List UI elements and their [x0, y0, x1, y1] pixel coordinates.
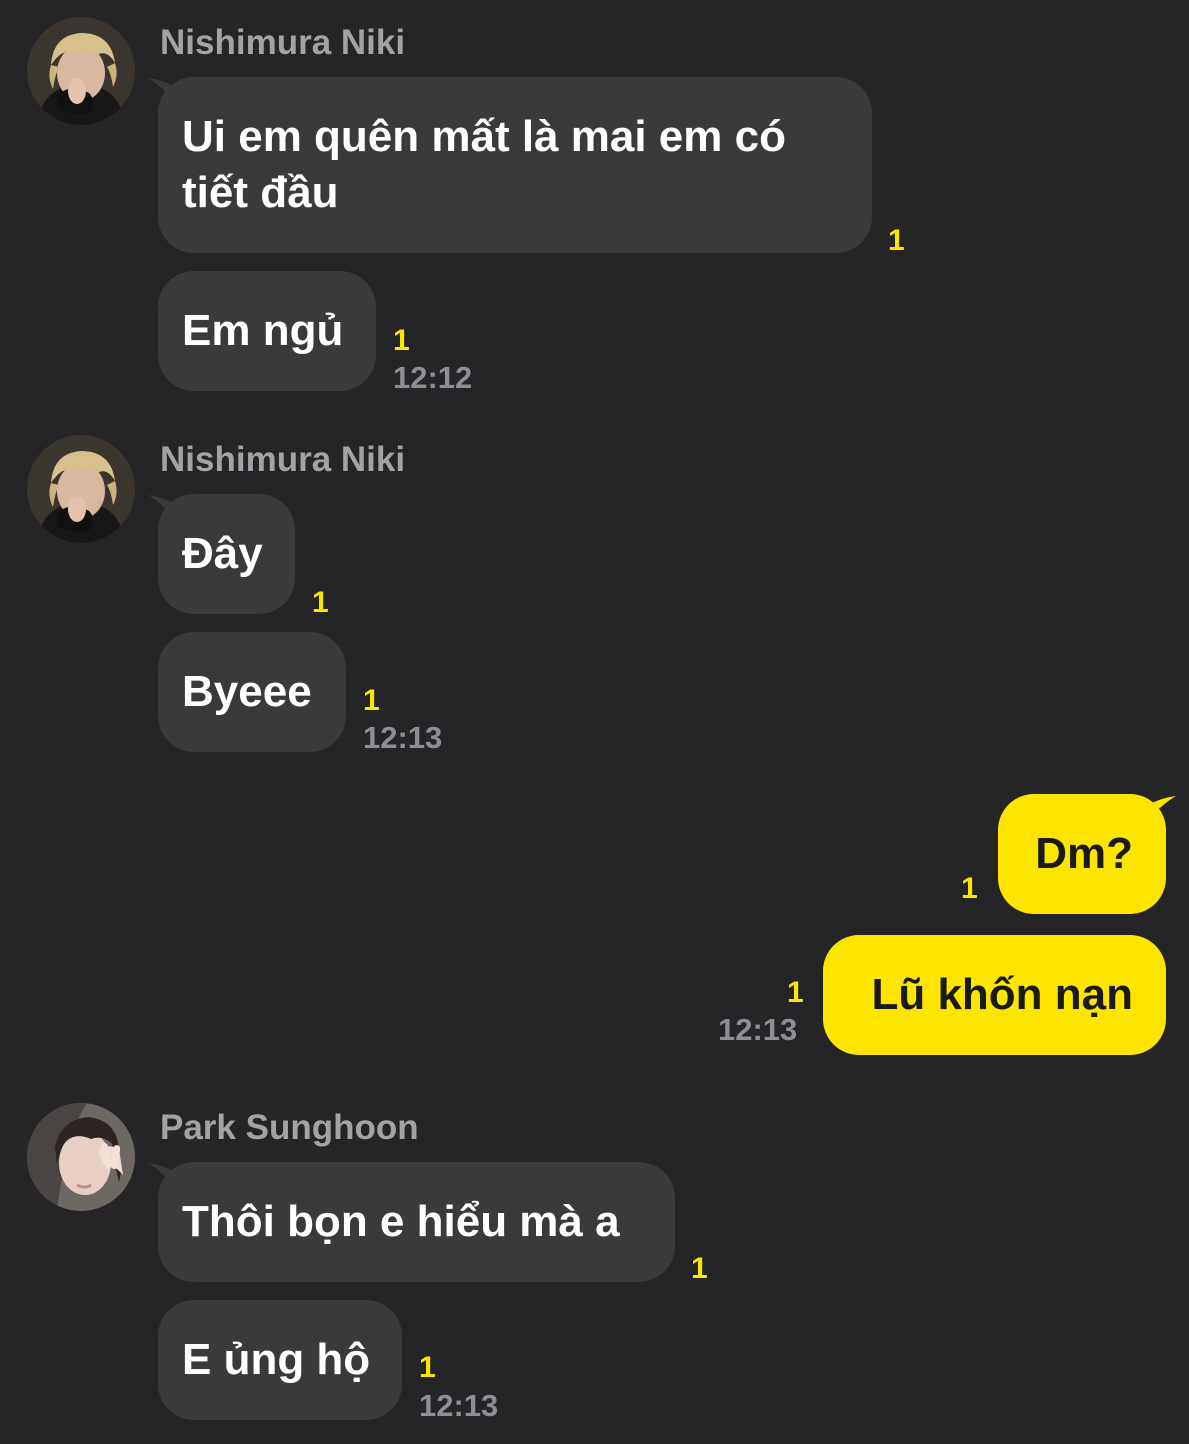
- unread-count: 1: [393, 324, 410, 357]
- avatar-niki[interactable]: [27, 17, 135, 125]
- unread-count: 1: [312, 586, 329, 619]
- unread-count: 1: [363, 684, 380, 717]
- unread-count: 1: [787, 976, 804, 1009]
- timestamp: 12:13: [363, 720, 443, 755]
- message-bubble[interactable]: Thôi bọn e hiểu mà a: [158, 1162, 675, 1282]
- message-bubble[interactable]: Ui em quên mất là mai em có tiết đầu: [158, 77, 872, 253]
- timestamp: 12:13: [419, 1388, 499, 1423]
- message-bubble[interactable]: Byeee: [158, 632, 346, 752]
- unread-count: 1: [961, 872, 978, 905]
- sender-name: Park Sunghoon: [160, 1108, 419, 1147]
- unread-count: 1: [691, 1252, 708, 1285]
- message-bubble[interactable]: Em ngủ: [158, 271, 376, 391]
- unread-count: 1: [888, 224, 905, 257]
- message-bubble[interactable]: Lũ khốn nạn: [823, 935, 1166, 1055]
- message-bubble[interactable]: E ủng hộ: [158, 1300, 402, 1420]
- sender-name: Nishimura Niki: [160, 23, 406, 62]
- message-bubble[interactable]: Đây: [158, 494, 295, 614]
- avatar-sunghoon[interactable]: [27, 1103, 135, 1211]
- message-bubble[interactable]: Dm?: [998, 794, 1166, 914]
- timestamp: 12:12: [393, 360, 473, 395]
- sender-name: Nishimura Niki: [160, 440, 406, 479]
- avatar-niki[interactable]: [27, 435, 135, 543]
- unread-count: 1: [419, 1351, 436, 1384]
- timestamp: 12:13: [718, 1012, 798, 1047]
